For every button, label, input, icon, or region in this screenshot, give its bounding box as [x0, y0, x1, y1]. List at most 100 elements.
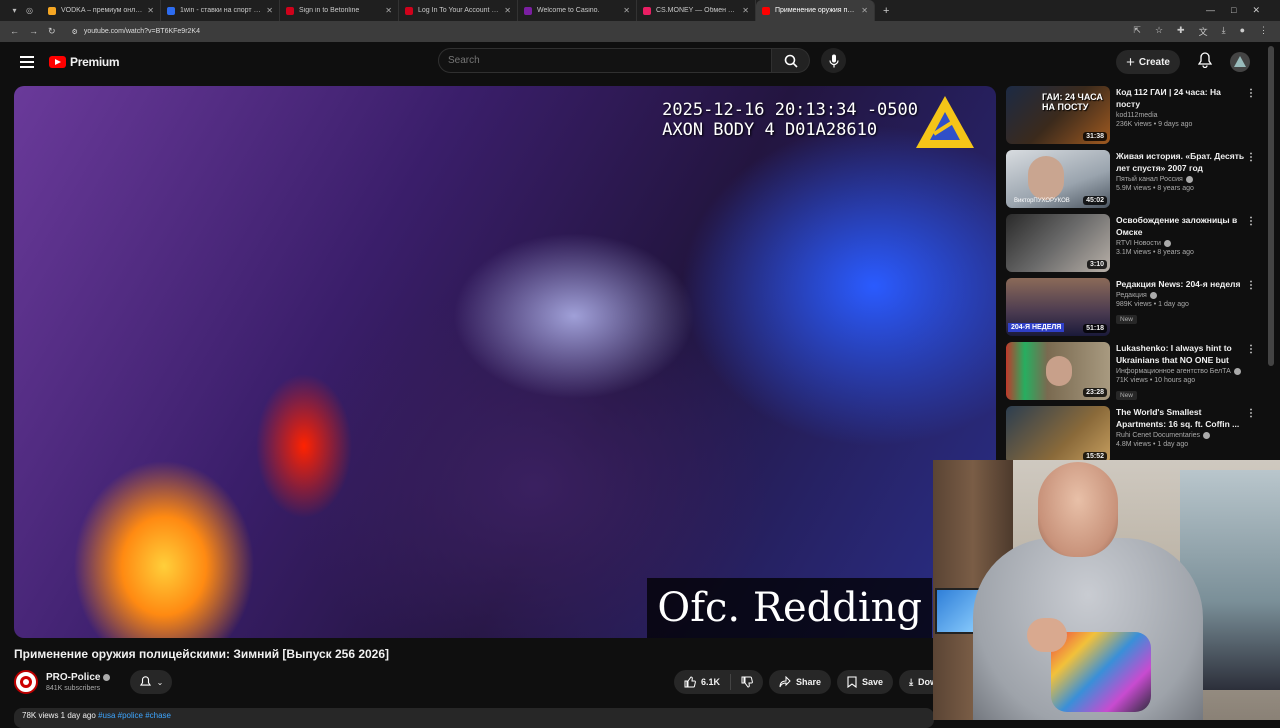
browser-tab[interactable]: Применение оружия полицейскими ✕ — [756, 0, 875, 21]
recommendation-item[interactable]: ВикторПУХОРУКОВ 45:02 Живая история. «Бр… — [1006, 150, 1262, 210]
voice-search-button[interactable] — [821, 48, 846, 73]
recommendation-title[interactable]: The World's Smallest Apartments: 16 sq. … — [1116, 406, 1246, 430]
webcam-overlay — [933, 460, 1280, 720]
more-options-icon[interactable]: ⋮ — [1246, 88, 1256, 99]
like-dislike-group: 6.1K — [674, 670, 764, 694]
translate-icon[interactable]: 文 — [1199, 25, 1208, 38]
user-avatar[interactable] — [1230, 52, 1250, 72]
open-in-app-icon[interactable]: ⇱ — [1133, 25, 1141, 38]
search-button[interactable] — [772, 48, 810, 73]
notifications-button[interactable] — [1197, 51, 1213, 73]
like-button[interactable]: 6.1K — [674, 674, 732, 690]
recommendation-channel[interactable]: kod112media — [1116, 112, 1158, 119]
video-player[interactable]: 2025-12-16 20:13:34 -0500 AXON BODY 4 D0… — [14, 86, 996, 638]
more-options-icon[interactable]: ⋮ — [1246, 216, 1256, 227]
bell-icon — [139, 676, 151, 686]
page-scrollbar[interactable] — [1268, 46, 1274, 366]
maximize-icon[interactable]: □ — [1231, 5, 1236, 16]
video-duration: 45:02 — [1083, 196, 1107, 205]
profile-icon[interactable]: ● — [1240, 25, 1245, 38]
more-options-icon[interactable]: ⋮ — [1246, 280, 1256, 291]
youtube-premium-logo[interactable]: Premium — [49, 55, 120, 69]
bookmark-icon — [847, 676, 857, 688]
recommendation-meta: 71K views • 10 hours ago — [1116, 377, 1196, 384]
browser-tab[interactable]: Sign in to Betonline ✕ — [280, 0, 399, 21]
menu-icon[interactable]: ⋮ — [1259, 25, 1268, 38]
recommendation-channel[interactable]: Информационное агентство БелТА — [1116, 368, 1231, 375]
recommendation-item[interactable]: 15:52 The World's Smallest Apartments: 1… — [1006, 406, 1262, 466]
save-button[interactable]: Save — [837, 670, 894, 694]
more-options-icon[interactable]: ⋮ — [1246, 408, 1256, 419]
browser-tab[interactable]: Welcome to Casino. ✕ — [518, 0, 637, 21]
recommendation-item[interactable]: 3:10 Освобождение заложницы в Омске RTVI… — [1006, 214, 1262, 274]
search-icon — [784, 54, 798, 68]
back-icon[interactable]: ← — [10, 26, 19, 37]
recommendation-title[interactable]: Освобождение заложницы в Омске — [1116, 214, 1246, 238]
bookmark-star-icon[interactable]: ☆ — [1155, 25, 1163, 38]
recommendation-title[interactable]: Живая история. «Брат. Десять лет спустя»… — [1116, 150, 1246, 174]
site-info-icon[interactable]: ⚙ — [72, 28, 78, 36]
browser-tab[interactable]: VODKA – премиум онлайн-казино ✕ — [42, 0, 161, 21]
recommendation-title[interactable]: Редакция News: 204-я неделя — [1116, 278, 1246, 290]
description-box[interactable]: 78K views 1 day ago #usa #police #chase — [14, 708, 934, 728]
more-options-icon[interactable]: ⋮ — [1246, 152, 1256, 163]
recommendation-meta: 3.1M views • 8 years ago — [1116, 249, 1194, 256]
video-thumbnail[interactable]: ГАИ: 24 ЧАСА НА ПОСТУ 31:38 — [1006, 86, 1110, 144]
tab-search-icon[interactable]: ▾ — [10, 6, 19, 15]
tab-close-icon[interactable]: ✕ — [147, 6, 154, 15]
recommendation-item[interactable]: 23:28 Lukashenko: I always hint to Ukrai… — [1006, 342, 1262, 402]
tab-close-icon[interactable]: ✕ — [504, 6, 511, 15]
video-thumbnail[interactable]: 3:10 — [1006, 214, 1110, 272]
forward-icon[interactable]: → — [29, 26, 38, 37]
description-hashtags[interactable]: #usa #police #chase — [98, 711, 171, 720]
recommendation-title[interactable]: Lukashenko: I always hint to Ukrainians … — [1116, 342, 1246, 366]
video-caption: Ofc. Redding — [647, 578, 932, 638]
recommendation-channel[interactable]: Пятый канал Россия — [1116, 176, 1183, 183]
browser-tab[interactable]: Log In To Your Account | BetOnline ✕ — [399, 0, 518, 21]
tab-close-icon[interactable]: ✕ — [861, 6, 868, 15]
tab-title: Log In To Your Account | BetOnline — [418, 7, 499, 14]
tab-close-icon[interactable]: ✕ — [623, 6, 630, 15]
new-tab-button[interactable]: + — [875, 5, 897, 17]
channel-name[interactable]: PRO-Police — [46, 672, 100, 683]
recommendation-item[interactable]: ГАИ: 24 ЧАСА НА ПОСТУ 31:38 Код 112 ГАИ … — [1006, 86, 1262, 146]
channel-avatar[interactable] — [14, 670, 38, 694]
video-thumbnail[interactable]: ВикторПУХОРУКОВ 45:02 — [1006, 150, 1110, 208]
new-badge: New — [1116, 315, 1138, 324]
search-input[interactable] — [438, 48, 772, 73]
video-thumbnail[interactable]: 23:28 — [1006, 342, 1110, 400]
tab-close-icon[interactable]: ✕ — [385, 6, 392, 15]
tab-close-icon[interactable]: ✕ — [266, 6, 273, 15]
tab-close-icon[interactable]: ✕ — [742, 6, 749, 15]
verified-icon — [1233, 368, 1241, 375]
recommendation-channel[interactable]: Ruhi Cenet Documentaries — [1116, 432, 1200, 439]
minimize-icon[interactable]: — — [1206, 5, 1215, 16]
recommendation-title[interactable]: Код 112 ГАИ | 24 часа: На посту — [1116, 86, 1246, 110]
browser-tab[interactable]: CS.MONEY — Обмен скинов CS2 ✕ — [637, 0, 756, 21]
create-button[interactable]: + Create — [1116, 50, 1180, 74]
microphone-icon — [828, 54, 839, 67]
download-icon[interactable]: ⤓ — [1222, 25, 1226, 38]
save-label: Save — [862, 677, 884, 687]
police-badge-icon — [20, 676, 32, 688]
hamburger-menu-icon[interactable] — [20, 56, 34, 68]
video-thumbnail[interactable]: 15:52 — [1006, 406, 1110, 464]
close-window-icon[interactable]: ✕ — [1252, 5, 1260, 16]
reload-icon[interactable]: ↻ — [48, 26, 56, 37]
browser-tab[interactable]: 1win - ставки на спорт - 5764 ✕ — [161, 0, 280, 21]
more-options-icon[interactable]: ⋮ — [1246, 344, 1256, 355]
dislike-button[interactable] — [731, 676, 763, 688]
recommendation-channel[interactable]: RTVI Новости — [1116, 240, 1161, 247]
recommendation-channel[interactable]: Редакция — [1116, 292, 1147, 299]
url-field[interactable]: ⚙ youtube.com/watch?v=BT6KFe9r2K4 — [66, 28, 1134, 36]
subscription-bell-button[interactable]: ⌄ — [130, 670, 173, 694]
share-button[interactable]: Share — [769, 670, 832, 694]
tab-history-icon[interactable]: ◎ — [25, 6, 34, 15]
recommendation-item[interactable]: 204-Я НЕДЕЛЯ 51:18 Редакция News: 204-я … — [1006, 278, 1262, 338]
thumbnail-text: 204-Я НЕДЕЛЯ — [1008, 323, 1065, 332]
thumbnail-text: ВикторПУХОРУКОВ — [1014, 198, 1070, 204]
window-controls: — □ ✕ — [1206, 5, 1280, 16]
tab-title: 1win - ставки на спорт - 5764 — [180, 7, 261, 14]
video-thumbnail[interactable]: 204-Я НЕДЕЛЯ 51:18 — [1006, 278, 1110, 336]
extensions-icon[interactable]: ✚ — [1177, 25, 1185, 38]
